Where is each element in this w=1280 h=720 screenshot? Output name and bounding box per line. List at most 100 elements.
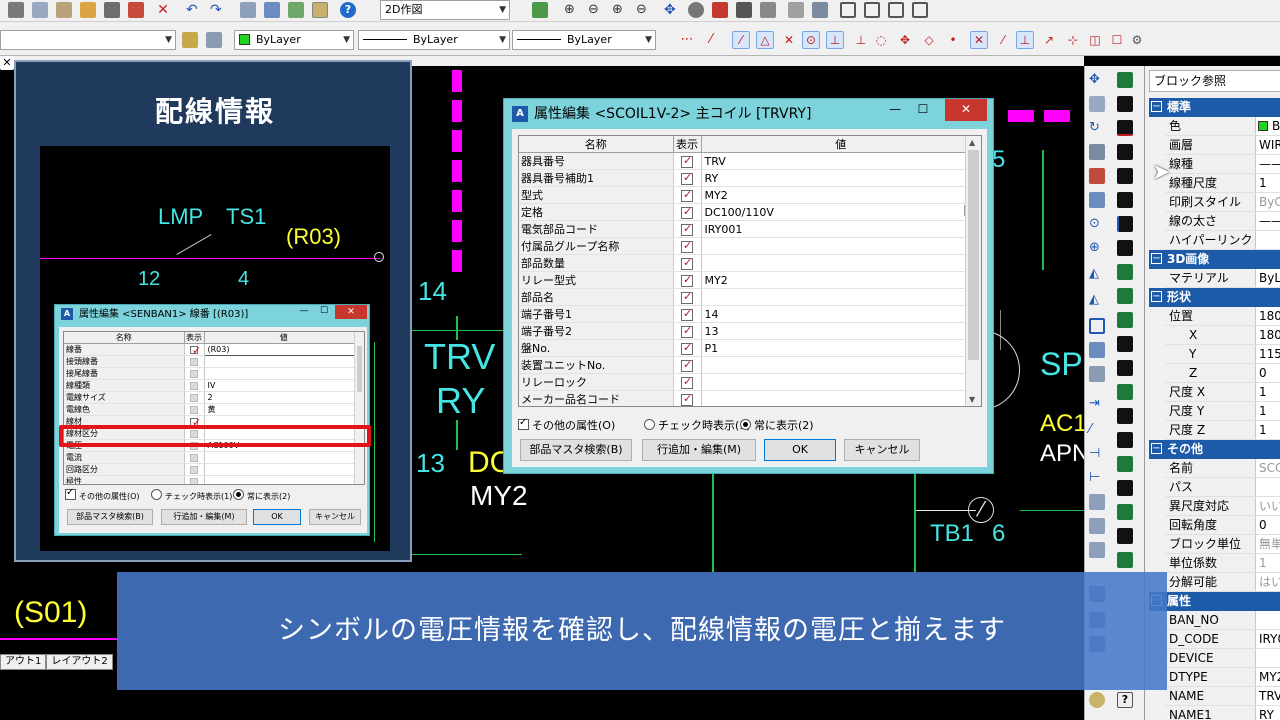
property-row[interactable]: BAN_NO	[1165, 611, 1280, 630]
property-row[interactable]: 印刷スタイル ByCo	[1165, 193, 1280, 212]
zoom-out-icon[interactable]: ⊖	[588, 2, 604, 18]
display-toggle[interactable]	[184, 379, 205, 392]
elec-tool-21-icon[interactable]	[1117, 552, 1133, 568]
property-category-other[interactable]: − その他	[1149, 440, 1280, 459]
display-toggle[interactable]	[184, 367, 205, 380]
attribute-value[interactable]	[204, 451, 364, 464]
attribute-value[interactable]: MY2	[701, 186, 981, 204]
redo-icon[interactable]: ↷	[210, 2, 226, 18]
other-attributes-option[interactable]: その他の属性(O)	[518, 417, 615, 433]
display-toggle[interactable]	[673, 288, 702, 306]
property-value[interactable]: ByLay	[1255, 269, 1280, 287]
snap-node-icon[interactable]: ✥	[896, 31, 914, 49]
display-checkbox[interactable]	[681, 290, 693, 304]
zoom-in-icon[interactable]: ⊕	[564, 2, 580, 18]
attribute-row[interactable]: 器具番号補助1 RY	[519, 169, 981, 187]
display-on-check-option[interactable]: チェック時表示(1)	[644, 417, 751, 433]
property-value[interactable]	[1255, 649, 1280, 667]
display-toggle[interactable]	[673, 373, 702, 391]
break-icon[interactable]: ⊣	[1089, 446, 1105, 462]
property-row[interactable]: 線の太さ ——	[1165, 212, 1280, 231]
attribute-row[interactable]: 接頭線番	[64, 355, 364, 368]
attribute-row[interactable]: 定格 DC100/110V▼	[519, 203, 981, 221]
elec-tool-20-icon[interactable]	[1117, 528, 1133, 544]
property-category-image3d[interactable]: −3D画像	[1149, 250, 1280, 269]
copy-icon[interactable]	[32, 2, 48, 18]
cut-icon[interactable]	[8, 2, 24, 18]
property-row[interactable]: D_CODE IRY0	[1165, 630, 1280, 649]
elec-tool-6-icon[interactable]	[1117, 192, 1133, 208]
minimize-button[interactable]: —	[881, 99, 909, 121]
parts-master-search-button[interactable]: 部品マスタ検索(B)	[67, 509, 153, 525]
property-row[interactable]: 名前 SCOI	[1165, 459, 1280, 478]
property-row[interactable]: マテリアル ByLay	[1165, 269, 1280, 288]
elec-tool-9-icon[interactable]	[1117, 264, 1133, 280]
lineweight-select[interactable]: ByLayer ▼	[512, 30, 656, 50]
display-toggle[interactable]	[673, 271, 702, 289]
attribute-row[interactable]: 付属品グループ名称	[519, 237, 981, 255]
property-value[interactable]: 1	[1255, 421, 1280, 439]
property-row[interactable]: 回転角度 0	[1165, 516, 1280, 535]
pan-icon[interactable]: ✥	[664, 2, 680, 18]
property-value[interactable]: 1	[1255, 174, 1280, 192]
attribute-row[interactable]: リレー型式 MY2	[519, 271, 981, 289]
attribute-value[interactable]	[204, 355, 364, 368]
display-checkbox[interactable]	[681, 358, 693, 372]
display-checkbox[interactable]	[190, 465, 198, 474]
display-toggle[interactable]	[673, 339, 702, 357]
property-row[interactable]: Z0	[1165, 364, 1280, 383]
property-value[interactable]: 0	[1255, 364, 1280, 382]
snap-none-icon[interactable]: ✕	[970, 31, 988, 49]
display-checkbox[interactable]	[190, 405, 198, 414]
display-toggle[interactable]	[673, 203, 702, 221]
property-row[interactable]: 尺度 Y 1	[1165, 402, 1280, 421]
elec-tool-3-icon[interactable]	[1117, 120, 1133, 136]
globe-icon[interactable]	[1089, 692, 1105, 708]
close-button[interactable]: ✕	[945, 99, 987, 121]
snap-midpoint-icon[interactable]: △	[756, 31, 774, 49]
property-row[interactable]: 線種尺度 1	[1165, 174, 1280, 193]
maximize-button[interactable]: ☐	[315, 305, 333, 319]
property-row[interactable]: 線種 ——	[1165, 155, 1280, 174]
property-category-attr[interactable]: −属性	[1149, 592, 1280, 611]
snap-apparent-icon[interactable]: ⊥	[1016, 31, 1034, 49]
attribute-row[interactable]: メーカー品名コード	[519, 390, 981, 406]
measure-icon[interactable]	[712, 2, 728, 18]
property-row[interactable]: 異尺度対応 いいえ	[1165, 497, 1280, 516]
elec-tool-16-icon[interactable]	[1117, 432, 1133, 448]
display-checkbox[interactable]	[190, 357, 198, 366]
help-icon[interactable]: ?	[1117, 692, 1133, 708]
property-row[interactable]: 画層 WIRE	[1165, 136, 1280, 155]
attribute-value[interactable]	[701, 373, 981, 391]
cancel-button[interactable]: キャンセル	[309, 509, 361, 525]
snap-settings-icon[interactable]: ☐	[1108, 31, 1126, 49]
attribute-value[interactable]: TRV	[701, 152, 981, 170]
attribute-value[interactable]: IV	[204, 379, 364, 392]
display-toggle[interactable]	[673, 237, 702, 255]
collapse-icon[interactable]: −	[1151, 291, 1162, 302]
property-value[interactable]: 180	[1255, 326, 1280, 344]
property-value[interactable]: SCOI	[1255, 459, 1280, 477]
attribute-row[interactable]: 盤No. P1	[519, 339, 981, 357]
property-row[interactable]: ブロック単位無単	[1165, 535, 1280, 554]
property-category-standard[interactable]: − 標準	[1149, 98, 1280, 117]
layer-state-icon[interactable]	[206, 32, 222, 48]
attribute-row[interactable]: リレーロック	[519, 373, 981, 391]
property-row[interactable]: パス	[1165, 478, 1280, 497]
display-checkbox[interactable]	[681, 324, 693, 338]
snap-extension-icon[interactable]: ⁄	[702, 31, 720, 49]
attribute-value[interactable]: 2	[204, 391, 364, 404]
paste-icon[interactable]	[56, 2, 72, 18]
property-row[interactable]: 尺度 Z 1	[1165, 421, 1280, 440]
display-toggle[interactable]	[184, 403, 205, 416]
display-toggle[interactable]	[673, 152, 702, 170]
other-attributes-option[interactable]: その他の属性(O)	[65, 487, 140, 502]
property-value[interactable]	[1255, 611, 1280, 629]
mirror-icon[interactable]	[1089, 144, 1105, 160]
property-value[interactable]	[1255, 231, 1280, 249]
attribute-value[interactable]	[701, 288, 981, 306]
property-row[interactable]: 分解可能 はい	[1165, 573, 1280, 592]
color-select[interactable]: ByLayer ▼	[234, 30, 354, 50]
snap-options-icon[interactable]: ⚙	[1128, 31, 1146, 49]
snap-endpoint-icon[interactable]: ⁄	[732, 31, 750, 49]
